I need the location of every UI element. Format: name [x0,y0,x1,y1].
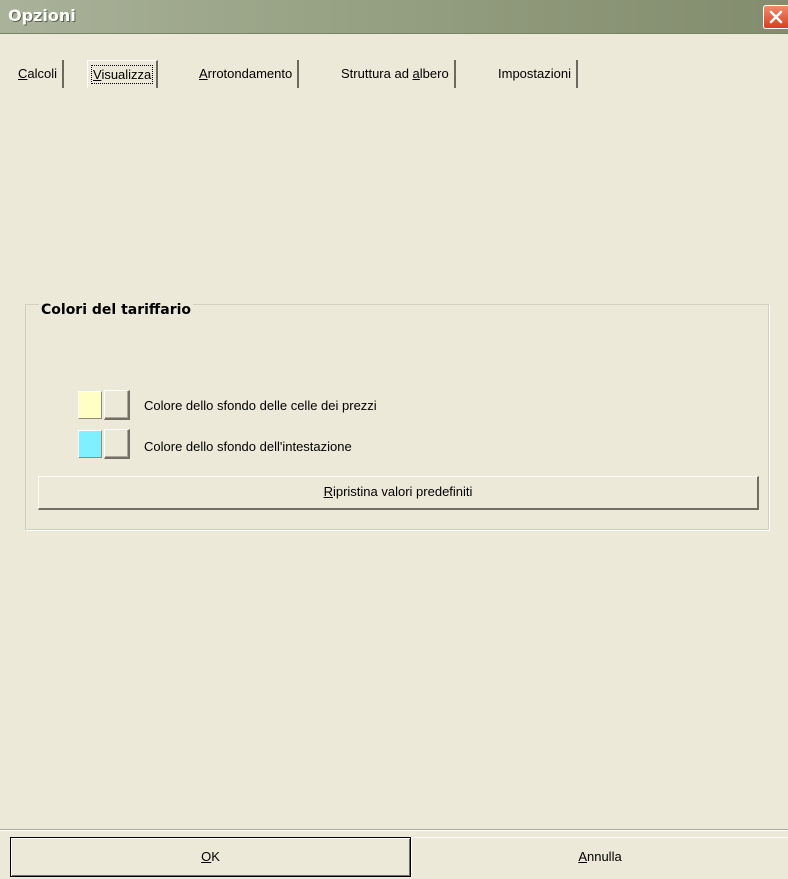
ok-button[interactable]: OK [10,837,411,877]
tab-arrotondamento[interactable]: Arrotondamento [194,60,300,88]
divider [0,829,788,831]
close-button[interactable] [763,5,788,29]
reset-defaults-button[interactable]: Ripristina valori predefiniti [38,476,759,510]
header-color-swatch [78,430,102,458]
cancel-button[interactable]: Annulla [411,837,788,877]
header-color-button[interactable] [104,429,130,459]
group-title: Colori del tariffario [39,300,194,320]
tab-struttura-ad-albero[interactable]: Struttura ad albero [336,60,456,88]
price-cells-color-button[interactable] [104,390,130,420]
tab-calcoli[interactable]: Calcoli [13,60,65,88]
window-title: Opzioni [8,6,76,25]
price-cells-color-swatch [78,391,102,419]
header-color-label: Colore dello sfondo dell'intestazione [144,439,352,454]
tab-impostazioni[interactable]: Impostazioni [493,60,578,88]
tab-visualizza[interactable]: Visualizza [87,60,159,88]
tab-strip: Calcoli Visualizza Arrotondamento Strutt… [0,60,788,88]
close-icon [769,10,783,24]
price-cells-color-label: Colore dello sfondo delle celle dei prez… [144,398,377,413]
title-bar: Opzioni [0,0,788,34]
